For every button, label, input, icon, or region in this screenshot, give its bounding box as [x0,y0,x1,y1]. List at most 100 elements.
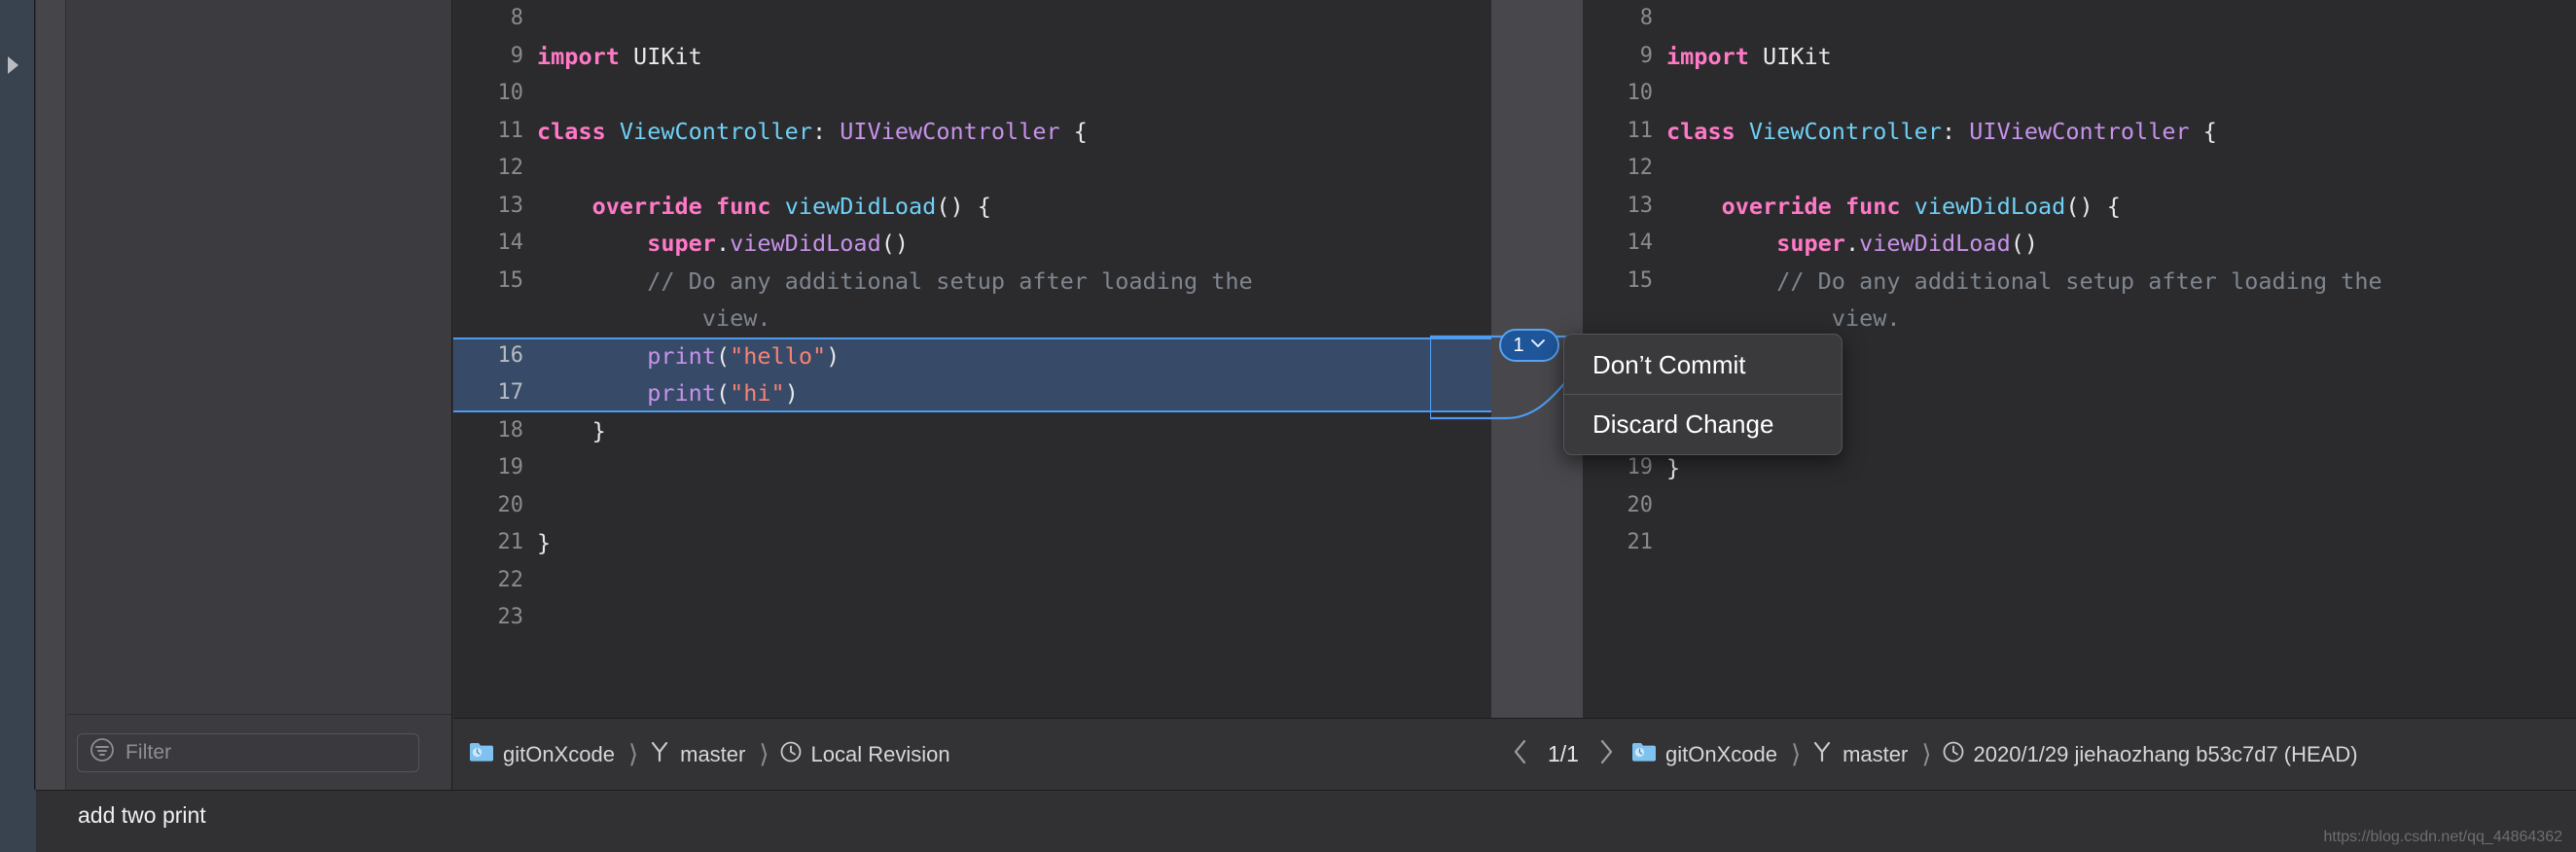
change-count-badge[interactable]: 1 [1499,329,1559,362]
sidebar-strip [36,0,66,790]
line-number: 17 [497,380,524,405]
menu-item-discard-change[interactable]: Discard Change [1564,398,1842,450]
commit-message-text: add two print [78,802,206,828]
code-line[interactable]: 8 [1583,0,2576,38]
branch-icon [1810,740,1834,769]
breadcrumb-sep-icon-2: ⟩ [759,739,769,768]
breadcrumb-branch-right-label: master [1843,741,1909,766]
right-code-content: 8 9 import UIKit 10 11 class ViewController: … [1583,0,2576,562]
left-code-pane[interactable]: 8 9 import UIKit 10 11 class ViewController: … [453,0,1491,718]
code-line[interactable]: 19 [453,449,1491,487]
code-line[interactable]: 9 import UIKit [1583,38,2576,76]
code-line[interactable]: 10 [1583,75,2576,113]
filter-input[interactable]: Filter [77,732,419,772]
line-number: 10 [1627,81,1654,105]
breadcrumb-project[interactable]: gitOnXcode [469,741,619,768]
line-number: 9 [1639,43,1653,68]
line-source: override func viewDidLoad() { [591,192,991,220]
code-line[interactable]: view. [453,300,1491,337]
app-window: Filter 8 9 import UIKit 10 11 class ViewContr… [0,0,2576,852]
change-context-menu[interactable]: Don’t Commit Discard Change [1563,334,1843,455]
folder-icon [469,741,494,768]
breadcrumb-sep-icon: ⟩ [627,739,639,768]
line-source: print("hi") [647,379,799,407]
code-line[interactable]: 11 class ViewController: UIViewController… [453,113,1491,151]
code-line[interactable]: 21} [453,524,1491,562]
code-line[interactable]: 13 override func viewDidLoad() { [453,188,1491,226]
line-number: 13 [1627,193,1654,218]
expand-arrow-icon[interactable] [8,56,18,74]
pager-value: 1/1 [1548,741,1579,766]
code-line[interactable]: 15 // Do any additional setup after load… [453,263,1491,301]
commit-list[interactable] [67,0,451,714]
menu-item-dont-commit[interactable]: Don’t Commit [1564,338,1842,391]
breadcrumb-branch[interactable]: master [648,740,749,769]
line-source: super.viewDidLoad() [1776,230,2039,257]
code-line[interactable]: view. [1583,300,2576,337]
line-source: view. [701,304,771,332]
left-breadcrumb: gitOnXcode ⟩ master ⟩ Local Revision [453,739,954,769]
commit-message-area[interactable]: add two print https://blog.csdn.net/qq_4… [36,790,2576,852]
code-line[interactable]: 16 print("hello") [453,337,1491,375]
breadcrumb-branch-right[interactable]: master [1810,740,1912,769]
line-number: 20 [497,492,524,517]
breadcrumb-revision-right[interactable]: 2020/1/29 jiehaozhang b53c7d7 (HEAD) [1942,740,2362,769]
clock-icon [1942,740,1965,769]
code-line[interactable]: 11 class ViewController: UIViewController… [1583,113,2576,151]
line-number: 21 [1627,530,1654,554]
chevron-right-icon[interactable] [1596,738,1616,771]
breadcrumb-sep-icon-4: ⟩ [1921,739,1932,768]
code-line[interactable]: 8 [453,0,1491,38]
line-number: 10 [497,81,524,105]
line-number: 18 [497,417,524,443]
commit-sidebar: Filter [36,0,452,790]
line-source: super.viewDidLoad() [647,230,910,257]
left-code-content: 8 9 import UIKit 10 11 class ViewController: … [453,0,1491,637]
line-source: // Do any additional setup after loading… [1776,266,2382,295]
code-line[interactable]: 23 [453,599,1491,637]
filter-placeholder: Filter [125,740,172,763]
code-line[interactable]: 18 } [453,412,1491,450]
breadcrumb-revision[interactable]: Local Revision [779,740,954,769]
filter-bar: Filter [67,714,451,790]
chevron-left-icon[interactable] [1511,738,1530,771]
line-number: 13 [497,193,524,218]
line-source: } [537,529,552,556]
line-number: 15 [1627,267,1654,293]
code-line[interactable]: 9 import UIKit [453,38,1491,76]
line-number: 11 [1627,118,1654,143]
left-rail [0,0,35,790]
line-number: 12 [497,156,524,180]
breadcrumb-revision-label: Local Revision [810,741,950,766]
code-line[interactable]: 12 [453,150,1491,188]
bottom-left-filler [0,790,36,852]
code-line[interactable]: 17 print("hi") [453,374,1491,412]
line-number: 20 [1627,492,1654,517]
watermark-text: https://blog.csdn.net/qq_44864362 [2323,829,2562,845]
line-source: override func viewDidLoad() { [1721,192,2121,220]
code-line[interactable]: 10 [453,75,1491,113]
code-line[interactable]: 15 // Do any additional setup after load… [1583,263,2576,301]
left-status-bar: gitOnXcode ⟩ master ⟩ Local Revision [453,718,1491,790]
code-line[interactable]: 13 override func viewDidLoad() { [1583,188,2576,226]
line-number: 11 [497,118,524,143]
code-line[interactable]: 22 [453,562,1491,600]
filter-icon [89,737,115,767]
code-line[interactable]: 14 super.viewDidLoad() [453,225,1491,263]
code-line[interactable]: 21 [1583,524,2576,562]
breadcrumb-project-right[interactable]: gitOnXcode [1631,741,1781,768]
line-number: 14 [1627,231,1654,255]
code-line[interactable]: 20 [1583,487,2576,525]
menu-separator [1564,394,1842,395]
line-number: 8 [1639,6,1653,30]
line-source: import UIKit [537,42,702,70]
line-source: view. [1831,304,1901,332]
line-number: 23 [497,605,524,629]
code-line[interactable]: 12 [1583,150,2576,188]
line-number: 14 [497,231,524,255]
revision-pager: 1/1 [1491,738,1616,771]
code-line[interactable]: 20 [453,487,1491,525]
line-number: 8 [510,6,523,30]
code-line[interactable]: 14 super.viewDidLoad() [1583,225,2576,263]
branch-icon [648,740,671,769]
